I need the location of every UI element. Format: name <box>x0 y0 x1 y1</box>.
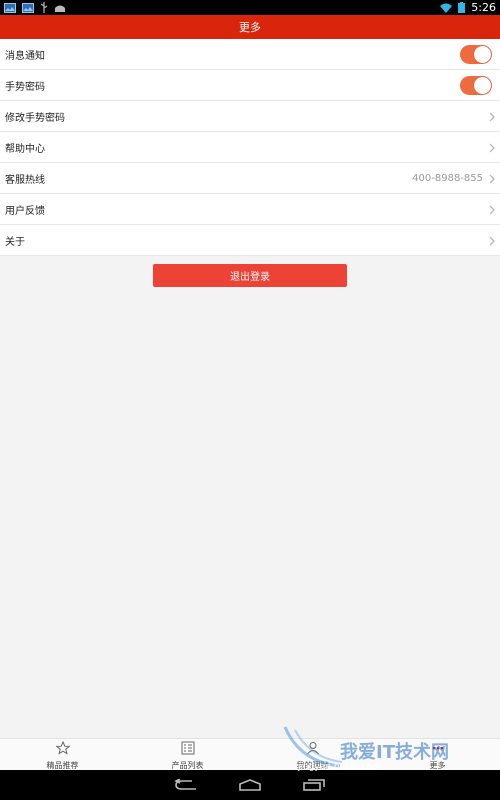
chevron-right-icon <box>489 231 495 250</box>
chevron-right-icon <box>489 200 495 219</box>
home-icon <box>238 776 262 795</box>
bottom-tab-bar: 精品推荐 产品列表 我的理财 更多 <box>0 738 500 771</box>
user-icon <box>306 740 320 759</box>
settings-row-notifications[interactable]: 消息通知 <box>0 39 500 70</box>
tab-recommended[interactable]: 精品推荐 <box>0 739 125 771</box>
hotline-number: 400-8988-855 <box>412 172 483 184</box>
settings-row-hotline[interactable]: 客服热线 400-8988-855 <box>0 163 500 194</box>
settings-row-label: 消息通知 <box>5 50 45 62</box>
settings-row-label: 修改手势密码 <box>5 112 65 124</box>
settings-row-feedback[interactable]: 用户反馈 <box>0 194 500 225</box>
settings-row-label: 关于 <box>5 236 25 248</box>
settings-list: 消息通知 手势密码 修改手势密码 帮助中心 客服热线 400-8988-855 … <box>0 39 500 256</box>
settings-row-gesture-password[interactable]: 手势密码 <box>0 70 500 101</box>
list-icon <box>181 740 195 759</box>
system-nav-bar <box>0 770 500 800</box>
star-icon <box>54 740 71 759</box>
chevron-right-icon <box>489 107 495 126</box>
chevron-right-icon <box>489 138 495 157</box>
page-title: 更多 <box>239 21 261 34</box>
recents-icon <box>302 776 326 795</box>
tab-product-list[interactable]: 产品列表 <box>125 739 250 771</box>
tab-label: 精品推荐 <box>46 760 79 770</box>
tab-more[interactable]: 更多 <box>375 739 500 771</box>
tab-label: 更多 <box>429 760 446 770</box>
settings-row-change-gesture[interactable]: 修改手势密码 <box>0 101 500 132</box>
settings-row-label: 手势密码 <box>5 81 45 93</box>
settings-row-label: 帮助中心 <box>5 143 45 155</box>
back-icon <box>174 776 198 795</box>
hotline-right: 400-8988-855 <box>412 169 495 188</box>
back-button[interactable] <box>171 774 201 796</box>
status-time: 5:26 <box>471 1 496 14</box>
recents-button[interactable] <box>299 774 329 796</box>
toggle-knob <box>474 76 491 94</box>
notifications-toggle[interactable] <box>460 44 492 64</box>
settings-row-label: 用户反馈 <box>5 205 45 217</box>
settings-row-help-center[interactable]: 帮助中心 <box>0 132 500 163</box>
gesture-password-toggle[interactable] <box>460 75 492 95</box>
logout-button[interactable]: 退出登录 <box>153 264 347 287</box>
tab-label: 产品列表 <box>171 760 204 770</box>
chevron-right-icon <box>489 169 495 188</box>
toggle-knob <box>474 45 491 63</box>
status-bar: 5:26 <box>0 0 500 15</box>
settings-row-label: 客服热线 <box>5 174 45 186</box>
more-icon <box>431 740 445 759</box>
home-button[interactable] <box>235 774 265 796</box>
title-bar: 更多 <box>0 15 500 39</box>
watermark-site: jingyan.baidu.com <box>298 762 382 772</box>
settings-row-about[interactable]: 关于 <box>0 225 500 256</box>
